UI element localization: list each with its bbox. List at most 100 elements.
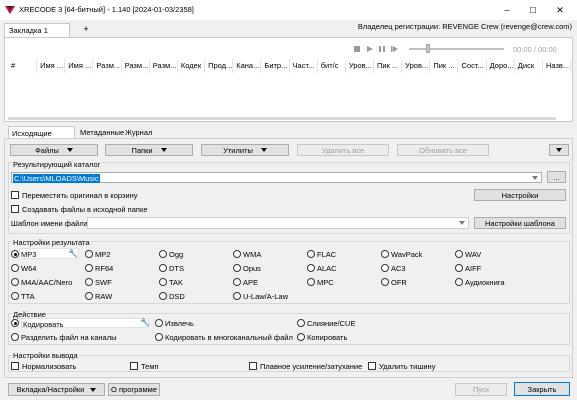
merge-cue-radio[interactable] [297, 319, 305, 327]
add-tab-button[interactable]: + [80, 24, 92, 36]
pause-icon-right [383, 46, 385, 52]
format-radio[interactable] [307, 264, 315, 272]
column-header[interactable]: Сост... [458, 59, 487, 73]
format-radio[interactable] [381, 250, 389, 258]
format-label: ALAC [317, 264, 337, 273]
chevron-down-icon[interactable] [532, 176, 538, 180]
browse-folder-button[interactable]: ... [547, 171, 566, 183]
tab-bookmark-1[interactable]: Закладка 1 [4, 23, 70, 38]
column-header[interactable]: Пик ... [374, 59, 403, 73]
column-header[interactable]: Кодек [178, 59, 206, 73]
maximize-button[interactable]: ☐ [522, 0, 544, 20]
remove-silence-checkbox[interactable] [368, 362, 376, 370]
close-button[interactable]: Закрыть [514, 382, 570, 396]
column-header[interactable]: Разм... [93, 59, 122, 73]
column-header[interactable]: бит/с [318, 59, 346, 73]
multichannel-radio[interactable] [155, 333, 163, 341]
encode-radio[interactable] [11, 319, 19, 327]
more-menu-button[interactable] [549, 144, 569, 156]
format-radio[interactable] [233, 250, 241, 258]
format-radio[interactable] [233, 292, 241, 300]
fade-checkbox[interactable] [249, 362, 257, 370]
column-header[interactable]: Диск [515, 59, 543, 73]
move-to-trash-label: Переместить оригинал в корзину [22, 191, 138, 200]
format-radio[interactable] [307, 250, 315, 258]
format-radio[interactable] [11, 278, 19, 286]
folders-button[interactable]: Папки [105, 144, 193, 156]
format-radio[interactable] [455, 278, 463, 286]
tempo-label: Темп [141, 362, 159, 371]
filename-template-input[interactable] [87, 217, 469, 229]
remove-all-button[interactable]: Удалить все [297, 144, 389, 156]
copy-label: Копировать [307, 333, 348, 342]
format-radio[interactable] [159, 278, 167, 286]
column-header[interactable]: Доро... [487, 59, 515, 73]
refresh-all-button[interactable]: Обновить все [397, 144, 489, 156]
utilities-button[interactable]: Утилиты [201, 144, 289, 156]
column-header[interactable]: Кана... [233, 59, 262, 73]
column-header[interactable]: Разм... [122, 59, 150, 73]
about-button[interactable]: О программе [108, 383, 160, 396]
column-header[interactable]: Уров... [346, 59, 375, 73]
format-label: APE [243, 278, 259, 287]
column-header[interactable]: Назв... [543, 59, 572, 73]
horizontal-scrollbar[interactable] [8, 117, 556, 120]
remove-silence-label: Удалить тишину [379, 362, 436, 371]
format-radio[interactable] [159, 250, 167, 258]
seek-slider-thumb[interactable] [426, 44, 430, 53]
tempo-checkbox[interactable] [130, 362, 138, 370]
column-header[interactable]: Битр... [261, 59, 290, 73]
copy-radio[interactable] [297, 333, 305, 341]
column-header[interactable]: # [8, 59, 38, 73]
column-header[interactable]: Имя ... [65, 59, 94, 73]
split-channels-radio[interactable] [11, 333, 19, 341]
format-radio[interactable] [233, 278, 241, 286]
wrench-icon[interactable]: 🔧 [68, 249, 78, 259]
folders-button-label: Папки [131, 145, 153, 155]
pause-icon-left [379, 46, 381, 52]
move-to-trash-checkbox[interactable] [11, 191, 19, 199]
output-directory-input[interactable]: C:\Users\MLOADS\Music [11, 172, 542, 183]
format-label: U-Law/A-Law [243, 292, 289, 301]
format-radio[interactable] [381, 278, 389, 286]
format-radio[interactable] [159, 292, 167, 300]
column-header[interactable]: Уров... [402, 59, 431, 73]
column-header[interactable]: Имя ... [37, 59, 66, 73]
format-radio[interactable] [381, 264, 389, 272]
close-window-button[interactable]: ✕ [549, 0, 571, 20]
chevron-down-icon[interactable] [459, 221, 465, 225]
seek-slider[interactable] [409, 48, 504, 50]
format-radio[interactable] [11, 292, 19, 300]
minimize-button[interactable]: ─ [496, 0, 518, 20]
settings-button[interactable]: Настройки [474, 189, 566, 201]
format-radio[interactable] [307, 278, 315, 286]
format-radio[interactable] [11, 250, 19, 258]
template-settings-button[interactable]: Настройки шаблона [474, 217, 566, 229]
format-radio[interactable] [85, 264, 93, 272]
normalize-checkbox[interactable] [11, 362, 19, 370]
format-radio[interactable] [85, 250, 93, 258]
encode-field[interactable]: Кодировать [21, 318, 149, 329]
split-channels-label: Разделить файл на каналы [21, 333, 117, 342]
format-radio[interactable] [85, 278, 93, 286]
files-button[interactable]: Файлы [10, 144, 98, 156]
format-label: SWF [95, 278, 112, 287]
format-radio[interactable] [85, 292, 93, 300]
format-label: Opus [243, 264, 261, 273]
format-radio[interactable] [159, 264, 167, 272]
format-label: MP2 [95, 250, 111, 259]
format-radio[interactable] [455, 264, 463, 272]
format-radio[interactable] [233, 264, 241, 272]
create-in-source-checkbox[interactable] [11, 205, 19, 213]
format-label: RAW [95, 292, 113, 301]
tab-settings-button[interactable]: Вкладка/Настройки [8, 383, 105, 396]
column-header[interactable]: Разм... [150, 59, 178, 73]
column-header[interactable]: Част... [290, 59, 318, 73]
extract-radio[interactable] [155, 319, 163, 327]
column-header[interactable]: Прод... [205, 59, 234, 73]
format-radio[interactable] [455, 250, 463, 258]
start-button[interactable]: Пуск [455, 383, 507, 396]
column-header[interactable]: Пик ... [430, 59, 459, 73]
wrench-icon[interactable]: 🔧 [140, 318, 150, 327]
format-radio[interactable] [11, 264, 19, 272]
